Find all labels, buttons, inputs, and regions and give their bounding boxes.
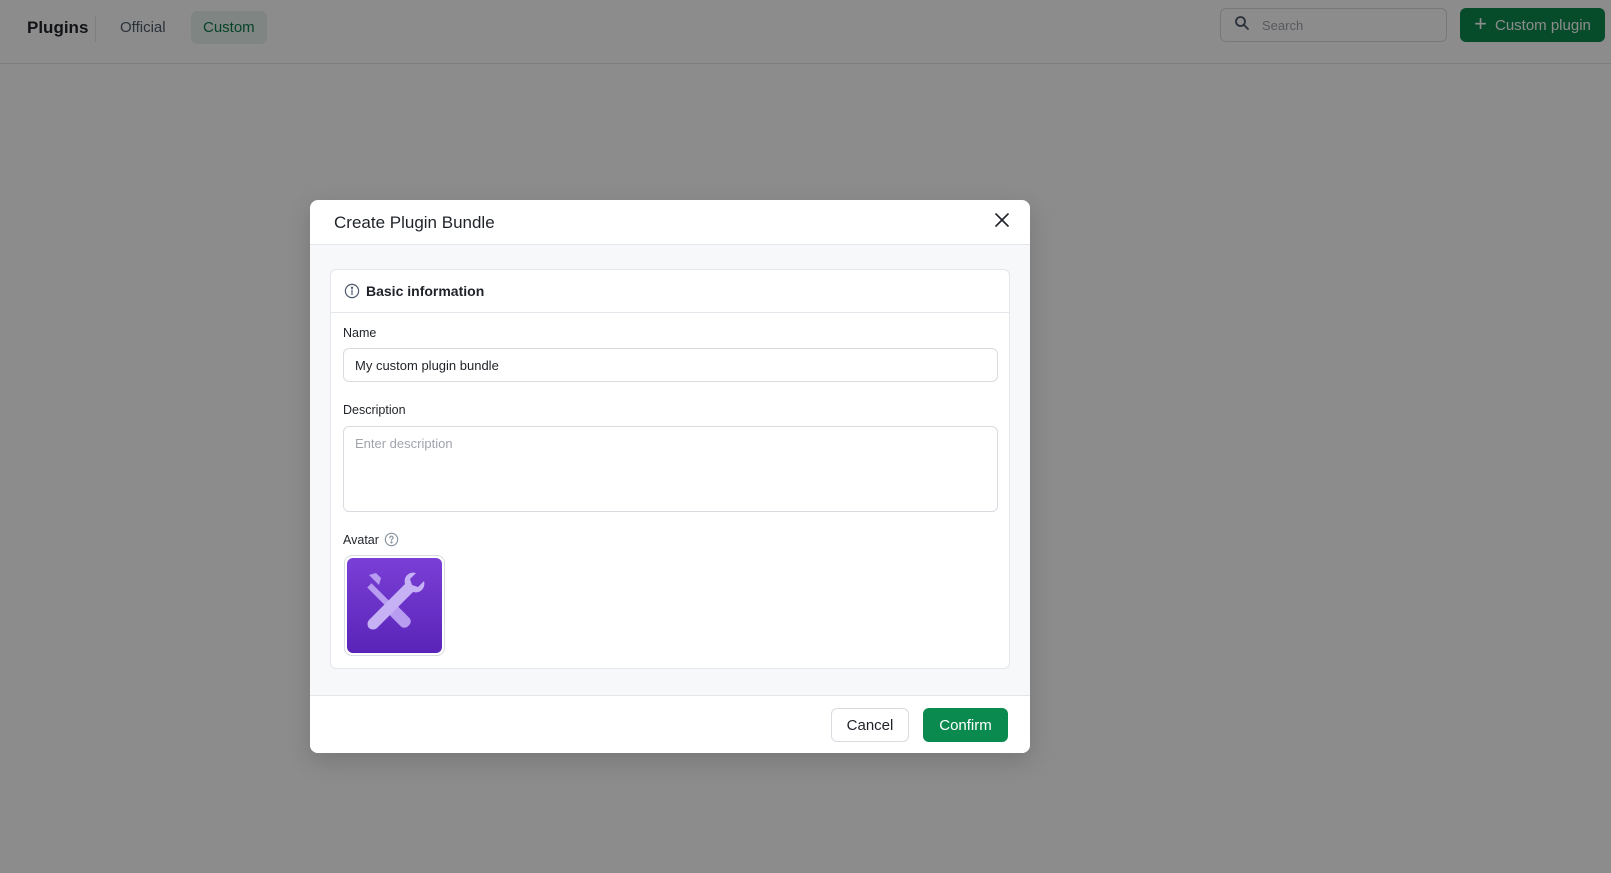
description-label: Description <box>343 403 406 417</box>
avatar-image <box>347 558 442 653</box>
dialog-footer: Cancel Confirm <box>310 695 1030 753</box>
avatar-label-row: Avatar <box>343 532 399 547</box>
close-icon <box>995 212 1009 232</box>
avatar-label: Avatar <box>343 532 379 547</box>
cancel-button[interactable]: Cancel <box>831 708 909 742</box>
create-plugin-bundle-dialog: Create Plugin Bundle Basic information N… <box>310 200 1030 753</box>
section-title: Basic information <box>366 283 485 299</box>
avatar-picker[interactable] <box>344 555 445 656</box>
help-icon[interactable] <box>384 532 399 547</box>
info-icon <box>344 283 360 299</box>
confirm-button[interactable]: Confirm <box>923 708 1008 742</box>
basic-information-card: Basic information Name Description Avata… <box>330 269 1010 669</box>
dialog-body: Basic information Name Description Avata… <box>310 245 1030 695</box>
section-header: Basic information <box>331 270 1009 313</box>
dialog-title: Create Plugin Bundle <box>334 213 495 232</box>
name-label: Name <box>343 326 377 340</box>
close-button[interactable] <box>991 211 1013 233</box>
dialog-header: Create Plugin Bundle <box>310 200 1030 245</box>
wrench-screwdriver-icon <box>359 567 431 644</box>
description-textarea[interactable] <box>343 426 998 512</box>
name-input[interactable] <box>343 348 998 382</box>
